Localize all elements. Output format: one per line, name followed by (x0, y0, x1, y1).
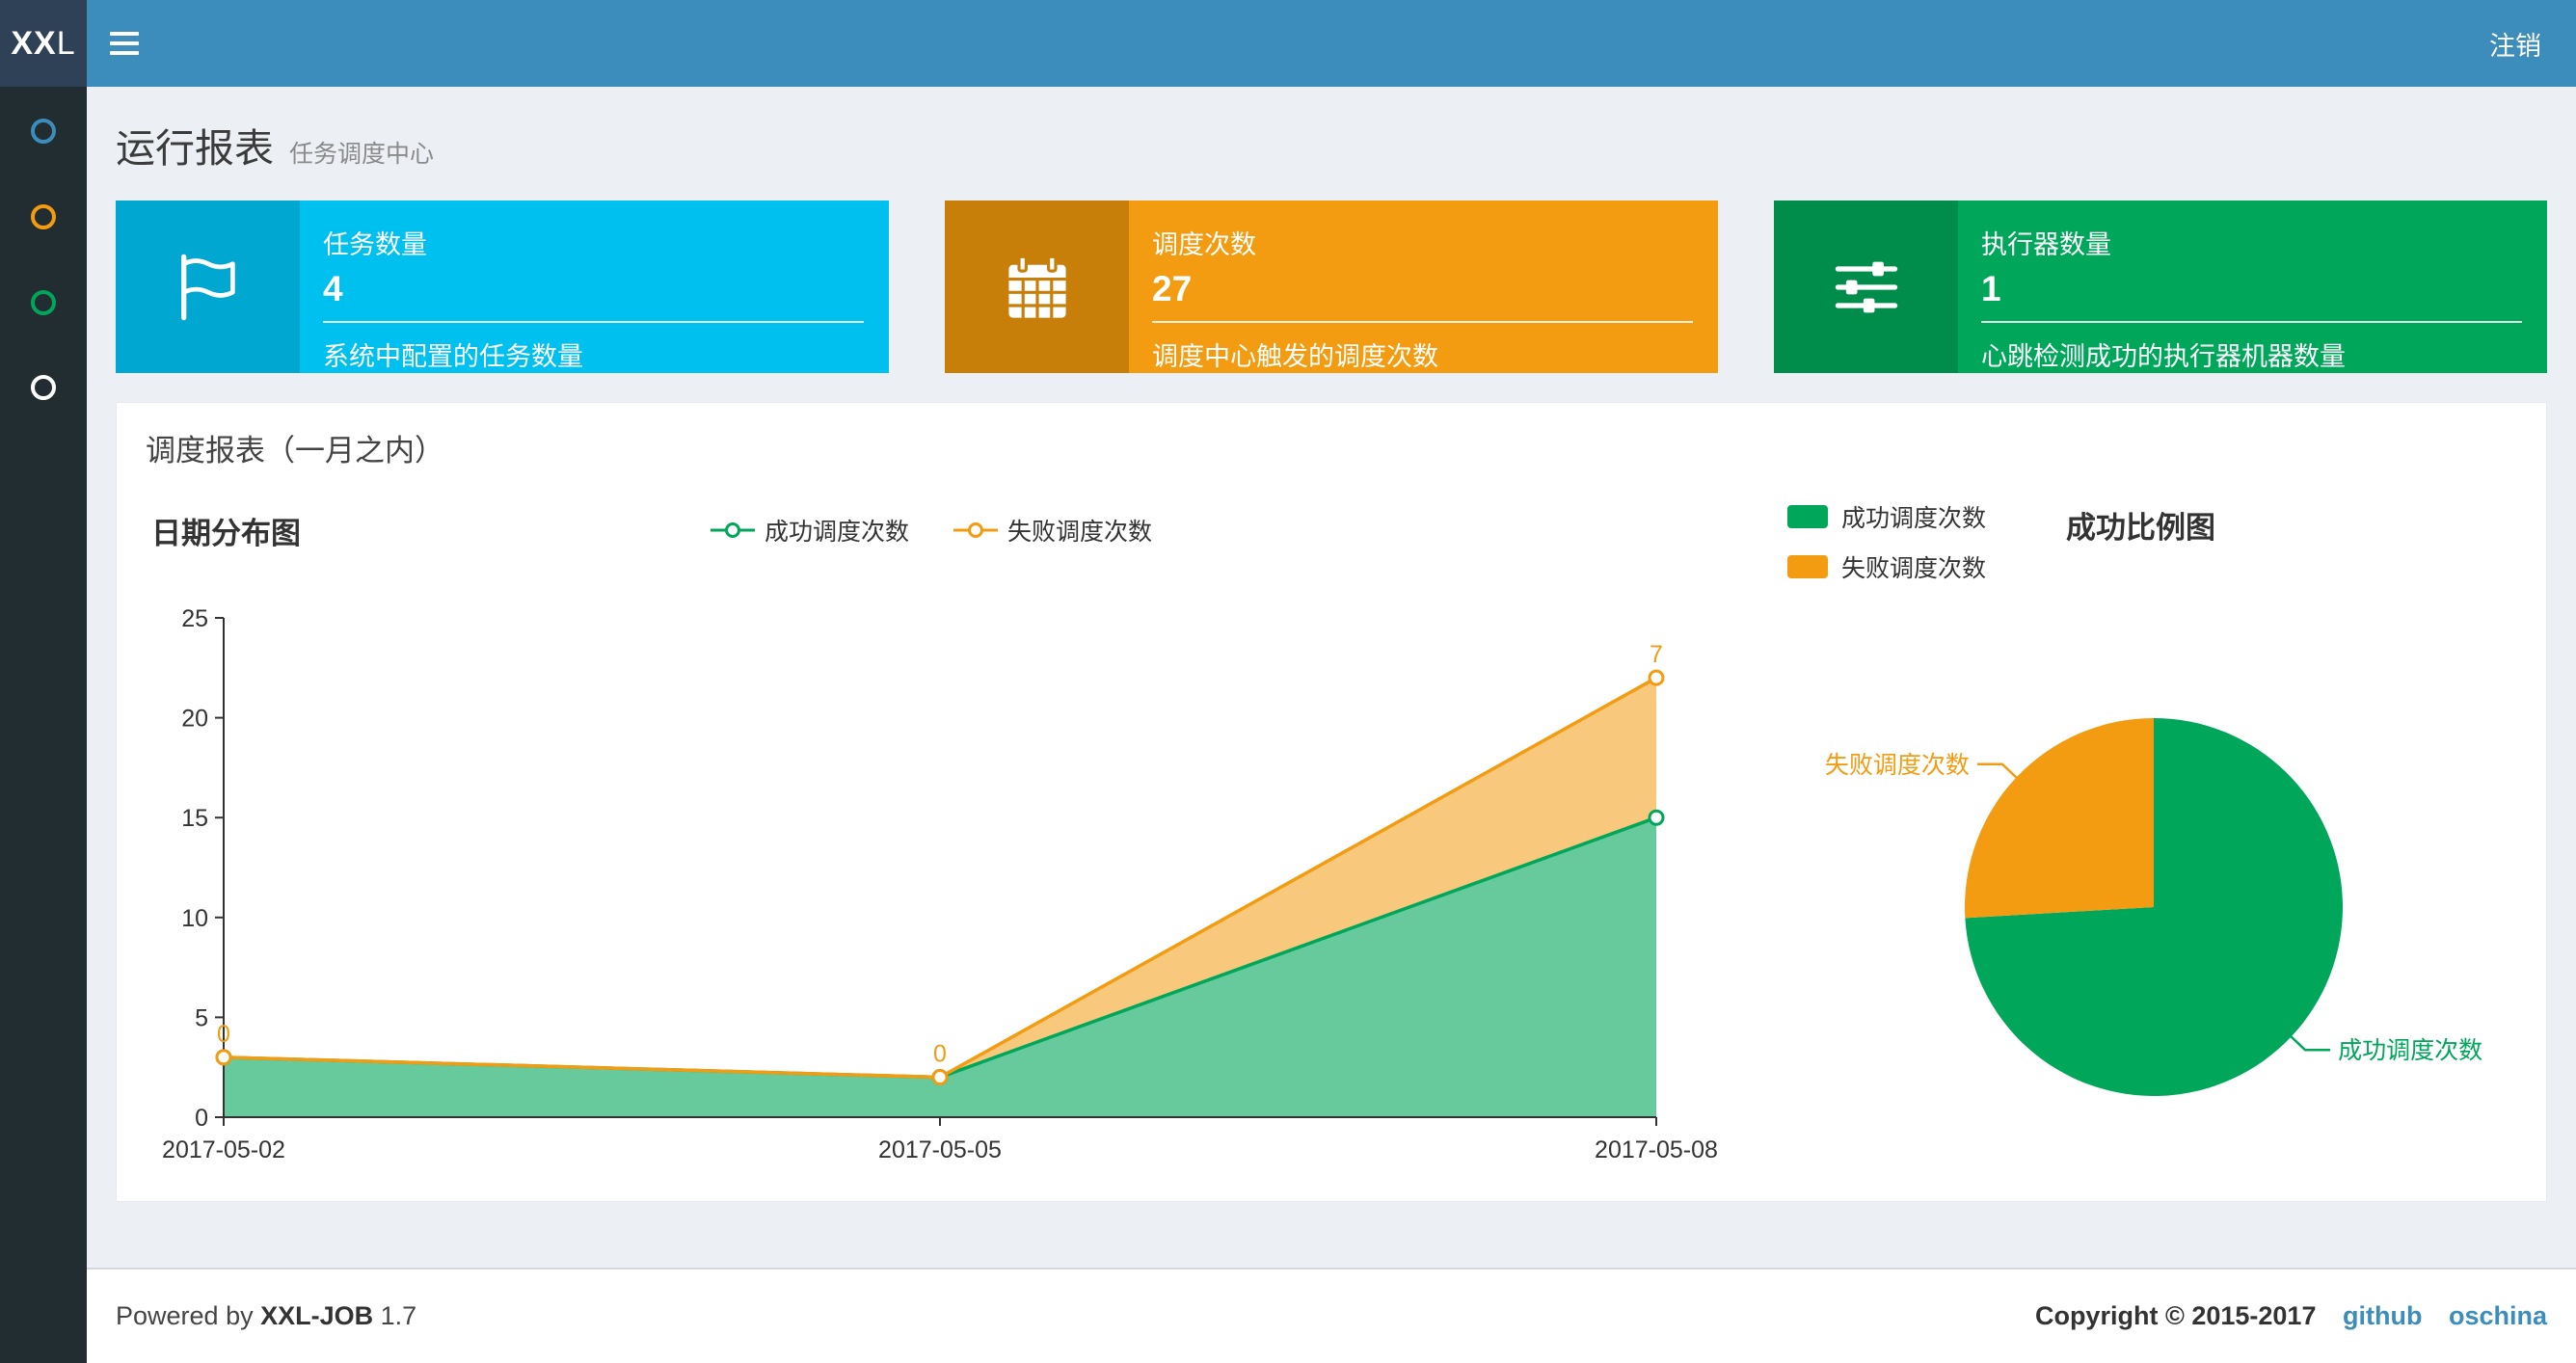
info-box-title: 调度次数 (1152, 230, 1256, 259)
info-box-description: 调度中心触发的调度次数 (1152, 342, 1438, 371)
svg-text:0: 0 (195, 1105, 208, 1132)
powered-prefix: Powered by (116, 1301, 254, 1330)
legend-item-success[interactable]: 成功调度次数 (711, 513, 909, 548)
line-chart: 05101520252017-05-02 2017-05-05 2017-05-08… (162, 605, 1718, 1163)
line-marker-icon (711, 522, 755, 538)
info-box-title: 执行器数量 (1981, 230, 2111, 259)
circle-icon (31, 290, 56, 315)
panel-title: 调度报表（一月之内） (146, 434, 444, 468)
circle-icon (31, 204, 56, 229)
legend-label: 成功调度次数 (1841, 505, 1987, 532)
product-version: 1.7 (380, 1301, 417, 1330)
calendar-icon (1007, 254, 1066, 318)
oschina-link[interactable]: oschina (2449, 1301, 2547, 1330)
svg-text:0: 0 (933, 1041, 947, 1068)
svg-text:2017-05-02: 2017-05-02 (162, 1136, 285, 1163)
copyright-area: Copyright © 2015-2017 github oschina (2035, 1301, 2547, 1331)
svg-text:25: 25 (181, 605, 208, 632)
svg-text:7: 7 (1650, 641, 1663, 668)
pie-chart: 成功调度次数 失败调度次数 (1825, 718, 2482, 1096)
summary-boxes: 任务数量 4 系统中配置的任务数量 调度次数 27 调度中心触发的调度次数 执行… (87, 200, 2576, 373)
info-box-jobs: 任务数量 4 系统中配置的任务数量 (116, 200, 889, 373)
logo-text-light: L (56, 24, 76, 62)
svg-text:5: 5 (195, 1004, 208, 1031)
logout-link[interactable]: 注销 (2455, 0, 2576, 87)
sidebar-item-3[interactable] (0, 276, 87, 330)
sliders-icon (1835, 261, 1897, 312)
page-header: 运行报表 任务调度中心 (87, 87, 2576, 200)
hamburger-icon (110, 32, 139, 55)
legend-label: 失败调度次数 (1007, 519, 1153, 546)
svg-text:0: 0 (217, 1021, 230, 1048)
info-box-value: 27 (1152, 269, 1193, 308)
sidebar-toggle-button[interactable] (87, 0, 162, 87)
divider (1152, 321, 1693, 323)
circle-icon (31, 119, 56, 144)
info-box-description: 系统中配置的任务数量 (323, 342, 583, 371)
page-subtitle: 任务调度中心 (289, 141, 435, 168)
info-box-title: 任务数量 (323, 230, 427, 259)
main-content: 运行报表 任务调度中心 任务数量 4 系统中配置的任务数量 调度次数 27 调度… (87, 87, 2576, 1202)
logo-text-bold: XX (11, 24, 57, 62)
info-box-value: 4 (323, 269, 343, 308)
sidebar-item-1[interactable] (0, 104, 87, 158)
info-box-triggers: 调度次数 27 调度中心触发的调度次数 (945, 200, 1718, 373)
legend-item-success[interactable]: 成功调度次数 (1787, 499, 1986, 534)
svg-text:成功调度次数: 成功调度次数 (2338, 1037, 2482, 1064)
info-box-icon-area (116, 200, 300, 373)
copyright-text: Copyright © 2015-2017 (2034, 1301, 2317, 1330)
info-box-icon-area (1774, 200, 1958, 373)
powered-by: Powered by XXL-JOB 1.7 (116, 1301, 416, 1331)
legend-label: 成功调度次数 (765, 519, 910, 546)
legend-item-fail[interactable]: 失败调度次数 (953, 513, 1152, 548)
info-box-body: 执行器数量 1 心跳检测成功的执行器机器数量 (1958, 200, 2547, 373)
divider (1981, 321, 2522, 323)
info-box-value: 1 (1981, 269, 2001, 308)
svg-text:20: 20 (181, 706, 208, 733)
app-logo[interactable]: XX L (0, 0, 87, 87)
product-name: XXL-JOB (260, 1301, 374, 1330)
info-box-description: 心跳检测成功的执行器机器数量 (1981, 342, 2346, 371)
info-box-executors: 执行器数量 1 心跳检测成功的执行器机器数量 (1774, 200, 2547, 373)
report-panel: 调度报表（一月之内） 日期分布图 成功调度次数 失败调度次数 0 5 10 15 20 2… (116, 402, 2547, 1202)
info-box-icon-area (945, 200, 1129, 373)
sidebar (0, 87, 87, 1363)
footer: Powered by XXL-JOB 1.7 Copyright © 2015-… (87, 1268, 2576, 1363)
top-navbar: XX L 注销 (0, 0, 2576, 87)
pie-chart-legend: 成功调度次数 失败调度次数 (1787, 499, 1986, 584)
svg-text:2017-05-08: 2017-05-08 (1595, 1136, 1718, 1163)
swatch-icon (1787, 505, 1828, 528)
info-box-body: 调度次数 27 调度中心触发的调度次数 (1129, 200, 1718, 373)
swatch-icon (1787, 555, 1828, 578)
pie-chart-title: 成功比例图 (2066, 511, 2215, 545)
github-link[interactable]: github (2343, 1301, 2422, 1330)
svg-text:15: 15 (181, 805, 208, 832)
line-chart-legend: 成功调度次数 失败调度次数 (711, 513, 1152, 548)
line-chart-title: 日期分布图 (151, 517, 301, 550)
divider (323, 321, 864, 323)
info-box-body: 任务数量 4 系统中配置的任务数量 (300, 200, 889, 373)
line-marker-icon (953, 522, 999, 538)
sidebar-item-4[interactable] (0, 361, 87, 414)
page-title: 运行报表 (116, 126, 274, 171)
svg-text:失败调度次数: 失败调度次数 (1825, 752, 1970, 779)
svg-text:10: 10 (181, 905, 208, 932)
circle-icon (31, 375, 56, 400)
legend-label: 失败调度次数 (1841, 555, 1987, 582)
sidebar-item-2[interactable] (0, 190, 87, 244)
svg-text:2017-05-05: 2017-05-05 (878, 1136, 1002, 1163)
flag-icon (180, 254, 235, 320)
legend-item-fail[interactable]: 失败调度次数 (1787, 549, 1986, 584)
